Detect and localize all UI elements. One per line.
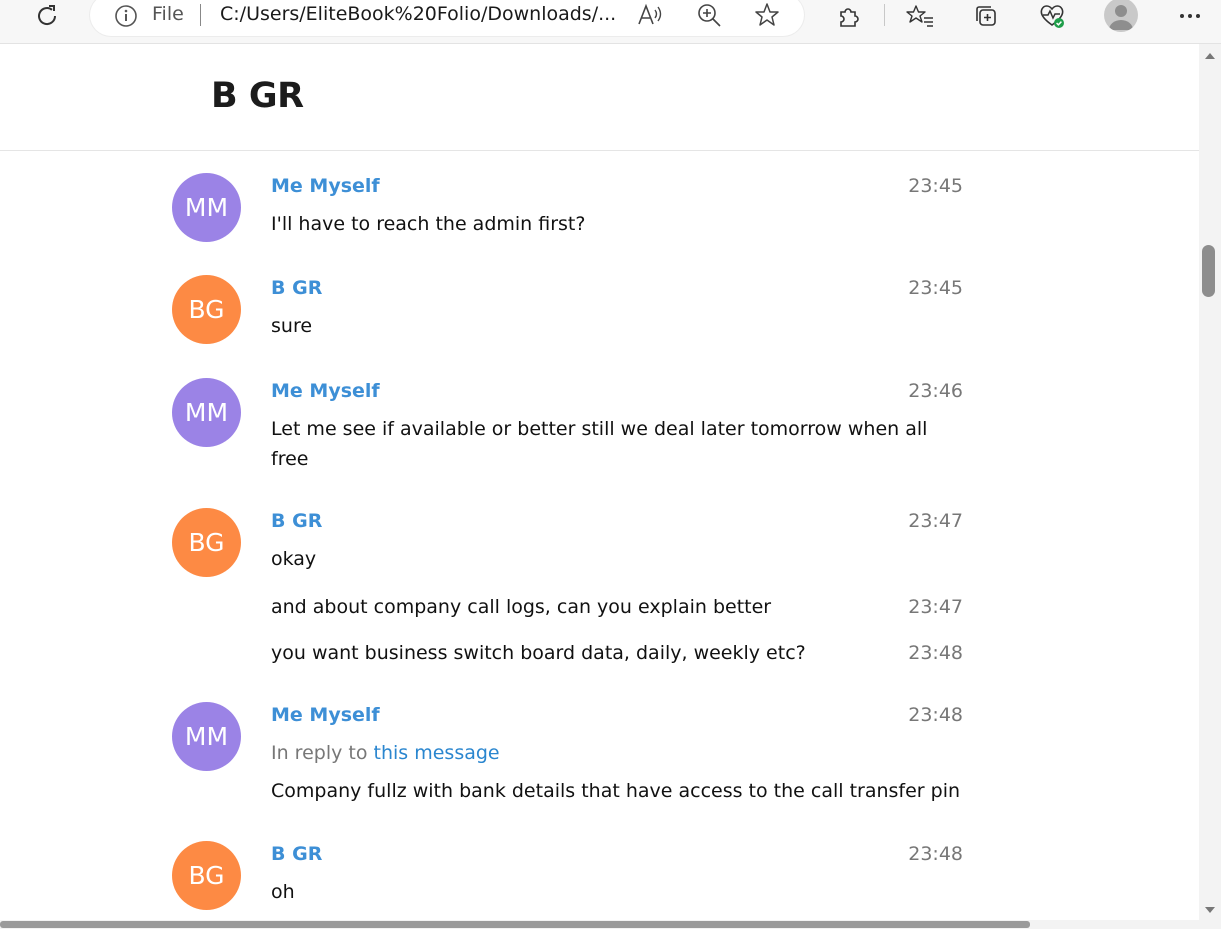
- profile-icon[interactable]: [1104, 0, 1138, 32]
- avatar[interactable]: BG: [172, 508, 241, 577]
- message-text: and about company call logs, can you exp…: [271, 596, 772, 618]
- reply-prefix: In reply to: [271, 742, 368, 764]
- info-icon[interactable]: [114, 4, 138, 32]
- message-text: Let me see if available or better still …: [271, 418, 928, 470]
- sender-name[interactable]: Me Myself: [271, 175, 380, 197]
- more-icon[interactable]: [1174, 0, 1206, 32]
- star-icon[interactable]: [754, 2, 780, 32]
- message-text: oh: [271, 881, 295, 903]
- extensions-icon[interactable]: [832, 0, 864, 32]
- message-time: 23:48: [908, 704, 963, 726]
- avatar[interactable]: MM: [172, 378, 241, 447]
- toolbar-divider: [884, 4, 885, 26]
- message-text: sure: [271, 315, 313, 337]
- sender-name[interactable]: B GR: [271, 277, 322, 299]
- sender-name[interactable]: Me Myself: [271, 704, 380, 726]
- message-text: you want business switch board data, dai…: [271, 642, 806, 664]
- reply-link[interactable]: this message: [374, 742, 500, 764]
- sender-name[interactable]: B GR: [271, 510, 322, 532]
- address-url[interactable]: C:/Users/EliteBook%20Folio/Downloads/...: [220, 3, 616, 25]
- chat-page: B GR MM Me Myself 23:45 I'll have to rea…: [0, 44, 1199, 920]
- vertical-scrollbar[interactable]: [1199, 44, 1221, 920]
- collections-icon[interactable]: [970, 0, 1002, 32]
- message-time: 23:46: [908, 380, 963, 402]
- avatar[interactable]: MM: [172, 173, 241, 242]
- chat-title: B GR: [211, 76, 304, 116]
- vertical-scroll-thumb[interactable]: [1202, 245, 1215, 297]
- favorites-icon[interactable]: [904, 0, 936, 32]
- scroll-down-icon[interactable]: [1204, 906, 1216, 914]
- reply-reference: In reply to this message: [271, 742, 500, 764]
- scroll-up-icon[interactable]: [1204, 52, 1216, 60]
- message-time: 23:45: [908, 277, 963, 299]
- message-time: 23:45: [908, 175, 963, 197]
- avatar[interactable]: BG: [172, 275, 241, 344]
- horizontal-scroll-thumb[interactable]: [0, 921, 1030, 928]
- heartbeat-icon[interactable]: [1036, 0, 1068, 32]
- refresh-icon[interactable]: [30, 0, 64, 32]
- read-aloud-icon[interactable]: [636, 2, 664, 32]
- chat-header: B GR: [0, 44, 1199, 151]
- zoom-icon[interactable]: [696, 2, 722, 32]
- sender-name[interactable]: Me Myself: [271, 380, 380, 402]
- address-scheme: File: [152, 3, 184, 25]
- message-text: Company fullz with bank details that hav…: [271, 780, 961, 802]
- message-text: okay: [271, 548, 317, 570]
- sender-name[interactable]: B GR: [271, 843, 322, 865]
- message-time: 23:48: [908, 843, 963, 865]
- avatar[interactable]: MM: [172, 702, 241, 771]
- address-divider: [200, 4, 201, 26]
- message-time: 23:47: [908, 510, 963, 532]
- avatar[interactable]: BG: [172, 841, 241, 910]
- browser-toolbar: File C:/Users/EliteBook%20Folio/Download…: [0, 0, 1221, 44]
- address-bar[interactable]: File C:/Users/EliteBook%20Folio/Download…: [90, 0, 804, 36]
- message-text: I'll have to reach the admin first?: [271, 213, 586, 235]
